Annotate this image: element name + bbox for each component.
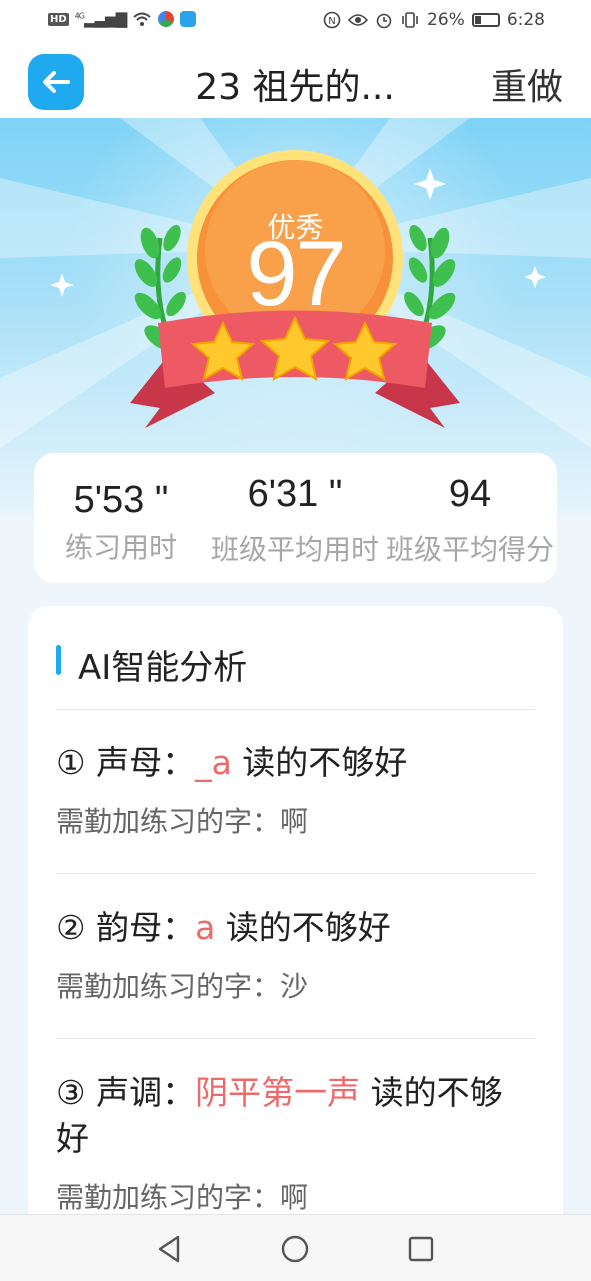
signal-icon: 4G▂▃▅▇ xyxy=(74,10,127,28)
home-circle-icon[interactable] xyxy=(278,1232,312,1266)
stat-label: 练习用时 xyxy=(64,531,177,564)
item-suffix: 读的不够好 xyxy=(231,743,408,782)
battery-icon xyxy=(471,13,500,27)
stat-class-avg-time: 6'31 " 班级平均用时 xyxy=(208,453,382,567)
back-button[interactable] xyxy=(28,54,84,110)
ai-analysis-card: AI智能分析 ① 声母：_a 读的不够好 需勤加练习的字：啊 ② 韵母：a 读的… xyxy=(28,606,563,1246)
stats-card: 5'53 " 练习用时 6'31 " 班级平均用时 94 班级平均得分 xyxy=(34,453,557,583)
system-nav-bar xyxy=(0,1214,591,1281)
wifi-icon xyxy=(133,12,151,26)
back-triangle-icon[interactable] xyxy=(152,1232,186,1266)
analysis-item-head: ③ 声调：阴平第一声 读的不够好 xyxy=(56,1070,535,1162)
recents-square-icon[interactable] xyxy=(404,1232,438,1266)
status-right: N 26% 6:28 xyxy=(323,10,545,30)
analysis-item: ① 声母：_a 读的不够好 需勤加练习的字：啊 xyxy=(56,740,535,840)
arrow-left-icon xyxy=(43,71,70,93)
section-title: AI智能分析 xyxy=(78,648,248,688)
section-accent-bar xyxy=(56,645,61,675)
app-notification-icon xyxy=(180,11,197,27)
stat-value: 94 xyxy=(448,473,492,515)
stat-practice-time: 5'53 " 练习用时 xyxy=(34,453,208,565)
item-prefix: ① 声母： xyxy=(56,743,196,782)
status-left: HD 4G▂▃▅▇ xyxy=(48,10,197,28)
vibrate-icon xyxy=(402,12,418,28)
sparkle-icon xyxy=(414,168,446,200)
analysis-item-head: ② 韵母：a 读的不够好 xyxy=(56,905,535,951)
stat-label: 班级平均得分 xyxy=(385,533,554,566)
analysis-item-sub: 需勤加练习的字：啊 xyxy=(56,805,309,838)
analysis-item-head: ① 声母：_a 读的不够好 xyxy=(56,740,535,786)
page-title: 23 祖先的... xyxy=(195,67,395,108)
item-prefix: ② 韵母： xyxy=(56,908,196,947)
stat-label: 班级平均用时 xyxy=(210,533,379,566)
item-highlight: _a xyxy=(195,743,232,782)
analysis-item-sub: 需勤加练习的字：啊 xyxy=(56,1181,309,1214)
analysis-item: ③ 声调：阴平第一声 读的不够好 需勤加练习的字：啊 xyxy=(56,1070,535,1216)
battery-percent: 26% xyxy=(427,10,465,30)
status-time: 6:28 xyxy=(506,10,545,30)
item-suffix: 读的不够好 xyxy=(215,908,391,947)
status-bar: HD 4G▂▃▅▇ N 26% 6:28 xyxy=(0,0,591,44)
alarm-icon xyxy=(376,13,392,29)
divider xyxy=(56,873,535,874)
item-highlight: 阴平第一声 xyxy=(195,1073,361,1112)
stat-value: 6'31 " xyxy=(247,473,343,515)
nfc-icon: N xyxy=(323,11,341,29)
divider xyxy=(56,1038,535,1039)
item-highlight: a xyxy=(195,908,216,947)
item-prefix: ③ 声调： xyxy=(56,1073,196,1112)
svg-text:N: N xyxy=(328,16,335,27)
analysis-item-sub: 需勤加练习的字：沙 xyxy=(56,970,309,1003)
hd-badge: HD xyxy=(48,12,69,26)
analysis-item: ② 韵母：a 读的不够好 需勤加练习的字：沙 xyxy=(56,905,535,1005)
header: 23 祖先的... 重做 xyxy=(0,44,591,118)
eye-icon xyxy=(348,14,369,26)
score-value: 97 xyxy=(246,223,346,325)
divider xyxy=(56,709,535,710)
stat-class-avg-score: 94 班级平均得分 xyxy=(383,453,557,567)
stat-value: 5'53 " xyxy=(73,479,169,521)
app-notification-icon xyxy=(158,11,175,27)
redo-button[interactable]: 重做 xyxy=(491,58,563,110)
